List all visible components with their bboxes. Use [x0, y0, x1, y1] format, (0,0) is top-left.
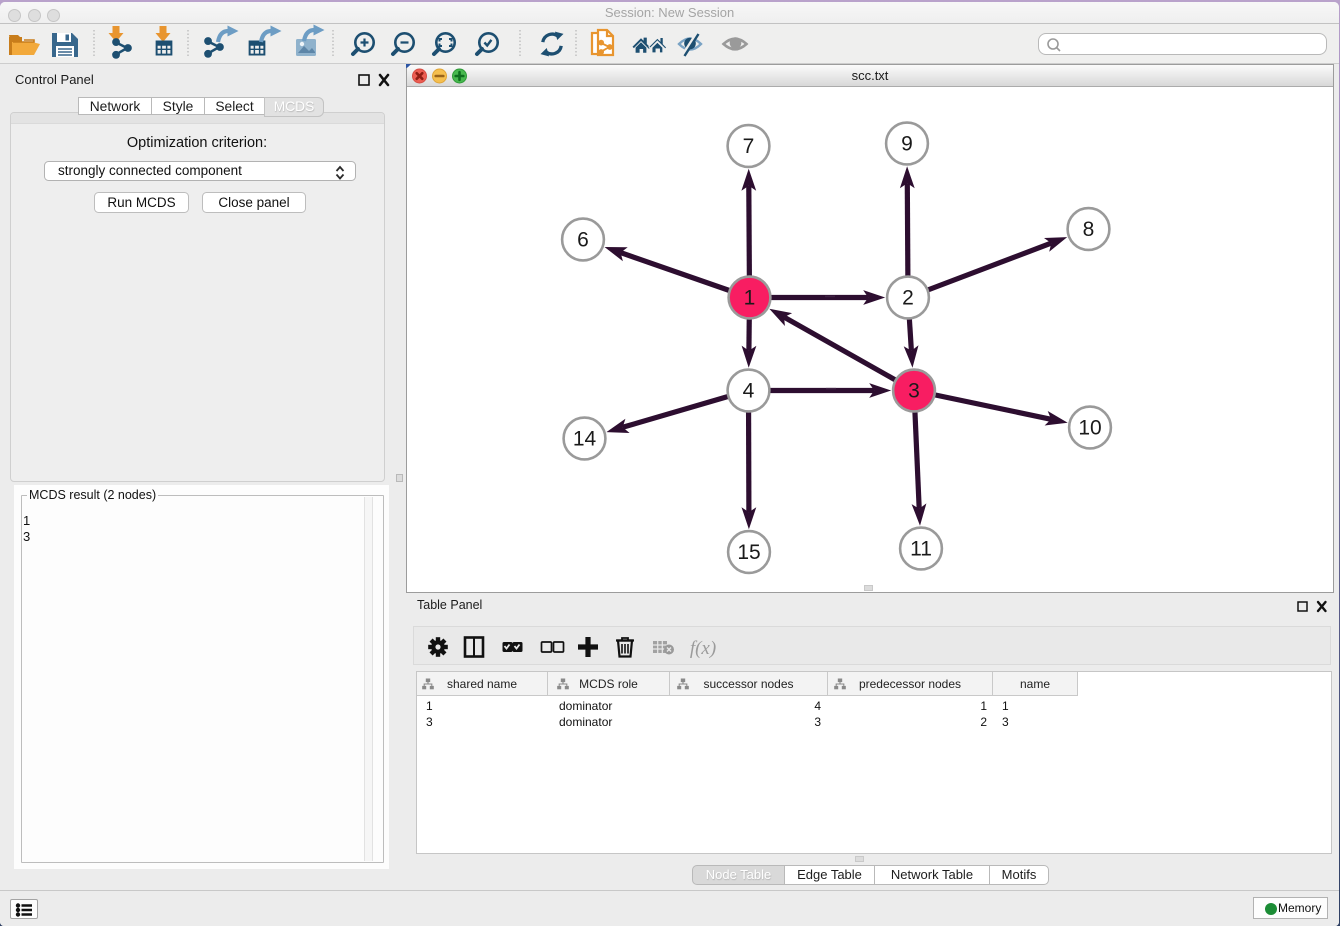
- svg-text:8: 8: [1083, 218, 1095, 241]
- svg-text:3: 3: [908, 380, 920, 403]
- svg-text:11: 11: [910, 538, 932, 561]
- svg-text:10: 10: [1078, 417, 1101, 440]
- svg-text:f(x): f(x): [690, 638, 716, 659]
- svg-text:6: 6: [577, 229, 589, 252]
- svg-text:4: 4: [743, 380, 755, 403]
- svg-text:2: 2: [902, 287, 914, 310]
- svg-text:14: 14: [573, 428, 597, 451]
- svg-text:1: 1: [744, 287, 756, 310]
- svg-text:9: 9: [901, 133, 913, 156]
- svg-text:15: 15: [737, 541, 760, 564]
- svg-text:7: 7: [743, 135, 755, 158]
